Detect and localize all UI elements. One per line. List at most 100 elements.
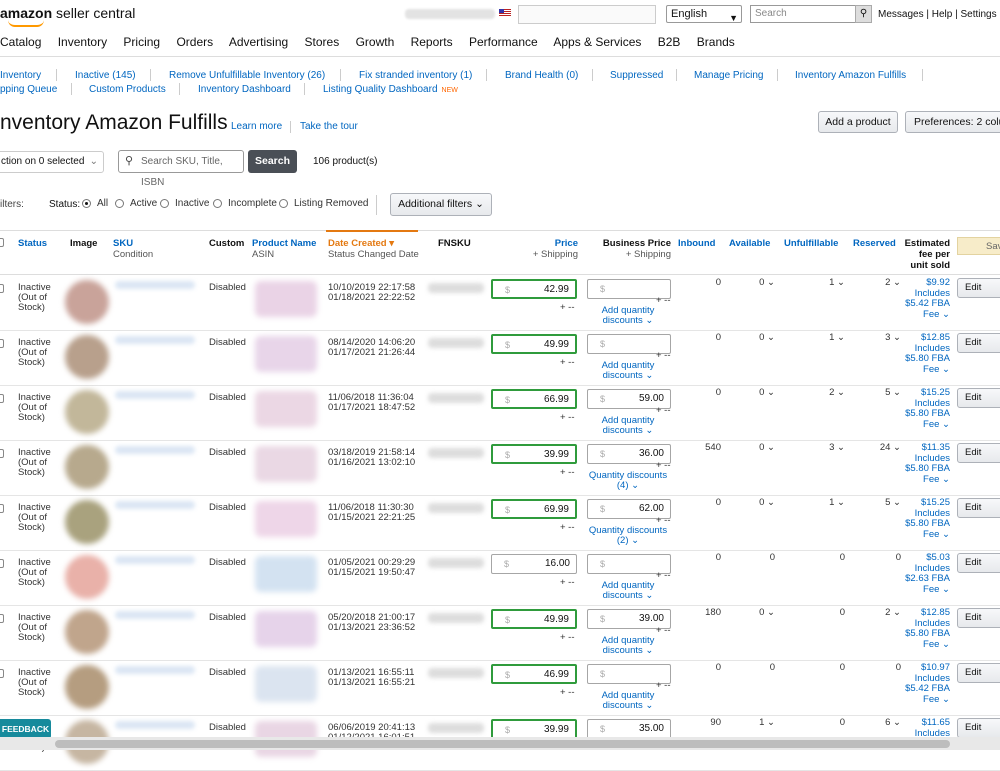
col-available[interactable]: Available [729,238,770,249]
preferences-button[interactable]: Preferences: 2 colum [905,111,1000,133]
col-product-name[interactable]: Product Name ASIN [252,238,316,260]
edit-button[interactable]: Edit [957,718,1000,738]
row-available[interactable]: 0 ⌄ [735,278,775,288]
row-checkbox[interactable] [0,614,4,623]
row-reserved[interactable]: 5 ⌄ [855,498,901,508]
row-unfulfillable[interactable]: 0 [795,718,845,728]
product-image[interactable] [65,390,109,434]
row-sku[interactable] [115,666,195,674]
take-tour-link[interactable]: Take the tour [300,121,358,132]
nav-inventory[interactable]: Inventory [58,35,107,49]
edit-button[interactable]: Edit [957,663,1000,683]
product-image[interactable] [65,335,109,379]
row-checkbox[interactable] [0,284,4,293]
row-unfulfillable[interactable]: 0 [795,663,845,673]
inventory-search-input[interactable]: ⚲ Search SKU, Title, ISBN [118,150,244,188]
price-input[interactable]: $49.99 [491,334,577,354]
quantity-discounts-link[interactable]: Add quantity discounts ⌄ [588,581,668,601]
row-unfulfillable[interactable]: 2 ⌄ [795,388,845,398]
row-reserved[interactable]: 2 ⌄ [855,278,901,288]
row-checkbox[interactable] [0,559,4,568]
row-available[interactable]: 1 ⌄ [735,718,775,728]
nav-pricing[interactable]: Pricing [123,35,160,49]
col-price[interactable]: Price + Shipping [520,238,578,260]
row-available[interactable]: 0 ⌄ [735,388,775,398]
row-available[interactable]: 0 ⌄ [735,443,775,453]
save-all-button[interactable]: Sav [957,237,1000,255]
price-input[interactable]: $42.99 [491,279,577,299]
bulk-action-select[interactable]: ction on 0 selected ⌄ [0,151,104,173]
quantity-discounts-link[interactable]: Add quantity discounts ⌄ [588,636,668,656]
nav-growth[interactable]: Growth [356,35,395,49]
row-product-name[interactable] [255,666,317,702]
additional-filters-button[interactable]: Additional filters ⌄ [390,193,492,216]
row-sku[interactable] [115,391,195,399]
messages-link[interactable]: Messages [878,9,924,20]
status-radio-active[interactable] [115,199,124,208]
quantity-discounts-link[interactable]: Quantity discounts (4) ⌄ [588,471,668,491]
search-button[interactable]: Search [248,150,297,173]
price-input[interactable]: $49.99 [491,609,577,629]
edit-button[interactable]: Edit [957,388,1000,408]
row-sku[interactable] [115,721,195,729]
quantity-discounts-link[interactable]: Add quantity discounts ⌄ [588,361,668,381]
row-available[interactable]: 0 ⌄ [735,608,775,618]
row-checkbox[interactable] [0,339,4,348]
row-product-name[interactable] [255,281,317,317]
row-estimated-fee[interactable]: $12.85 Includes $5.80 FBA Fee ⌄ [898,607,950,650]
status-radio-listing-removed[interactable] [279,199,288,208]
row-available[interactable]: 0 [735,663,775,673]
add-product-button[interactable]: Add a product [818,111,898,133]
status-radio-all[interactable] [82,199,91,208]
row-reserved[interactable]: 6 ⌄ [855,718,901,728]
edit-button[interactable]: Edit [957,443,1000,463]
price-input[interactable]: $69.99 [491,499,577,519]
row-unfulfillable[interactable]: 0 [795,553,845,563]
learn-more-link[interactable]: Learn more [231,121,282,132]
settings-link[interactable]: Settings [960,9,996,20]
nav-apps-services[interactable]: Apps & Services [553,35,641,49]
nav-reports[interactable]: Reports [411,35,453,49]
select-all-checkbox[interactable] [0,238,4,247]
row-sku[interactable] [115,281,195,289]
quantity-discounts-link[interactable]: Add quantity discounts ⌄ [588,416,668,436]
col-inbound[interactable]: Inbound [678,238,715,249]
product-image[interactable] [65,445,109,489]
product-image[interactable] [65,665,109,709]
row-unfulfillable[interactable]: 1 ⌄ [795,278,845,288]
edit-button[interactable]: Edit [957,498,1000,518]
subnav-inventory-amazon-fulfills[interactable]: Inventory Amazon Fulfills [795,70,906,81]
seller-central-logo[interactable]: amazon seller central [0,5,135,27]
row-product-name[interactable] [255,446,317,482]
col-status[interactable]: Status [18,238,47,249]
row-reserved[interactable]: 0 [855,553,901,563]
quantity-discounts-link[interactable]: Quantity discounts (2) ⌄ [588,526,668,546]
row-sku[interactable] [115,336,195,344]
row-product-name[interactable] [255,336,317,372]
edit-button[interactable]: Edit [957,608,1000,628]
row-available[interactable]: 0 [735,553,775,563]
search-icon[interactable]: ⚲ [855,5,872,23]
row-product-name[interactable] [255,391,317,427]
edit-button[interactable]: Edit [957,333,1000,353]
language-select[interactable]: English ▼ [666,5,742,23]
nav-stores[interactable]: Stores [305,35,340,49]
row-checkbox[interactable] [0,504,4,513]
price-input[interactable]: $46.99 [491,664,577,684]
subnav-manage-pricing[interactable]: Manage Pricing [694,70,763,81]
product-image[interactable] [65,555,109,599]
product-image[interactable] [65,610,109,654]
subnav-inventory[interactable]: Inventory [0,70,41,81]
col-sku[interactable]: SKU Condition [113,238,153,260]
row-checkbox[interactable] [0,449,4,458]
price-input[interactable]: $16.00 [491,554,577,574]
help-link[interactable]: Help [932,9,953,20]
row-sku[interactable] [115,446,195,454]
scrollbar-thumb[interactable] [55,740,950,748]
row-checkbox[interactable] [0,669,4,678]
row-available[interactable]: 0 ⌄ [735,498,775,508]
row-estimated-fee[interactable]: $15.25 Includes $5.80 FBA Fee ⌄ [898,387,950,430]
subnav-listing-quality[interactable]: Listing Quality Dashboard NEW [323,84,458,95]
row-estimated-fee[interactable]: $15.25 Includes $5.80 FBA Fee ⌄ [898,497,950,540]
row-unfulfillable[interactable]: 0 [795,608,845,618]
